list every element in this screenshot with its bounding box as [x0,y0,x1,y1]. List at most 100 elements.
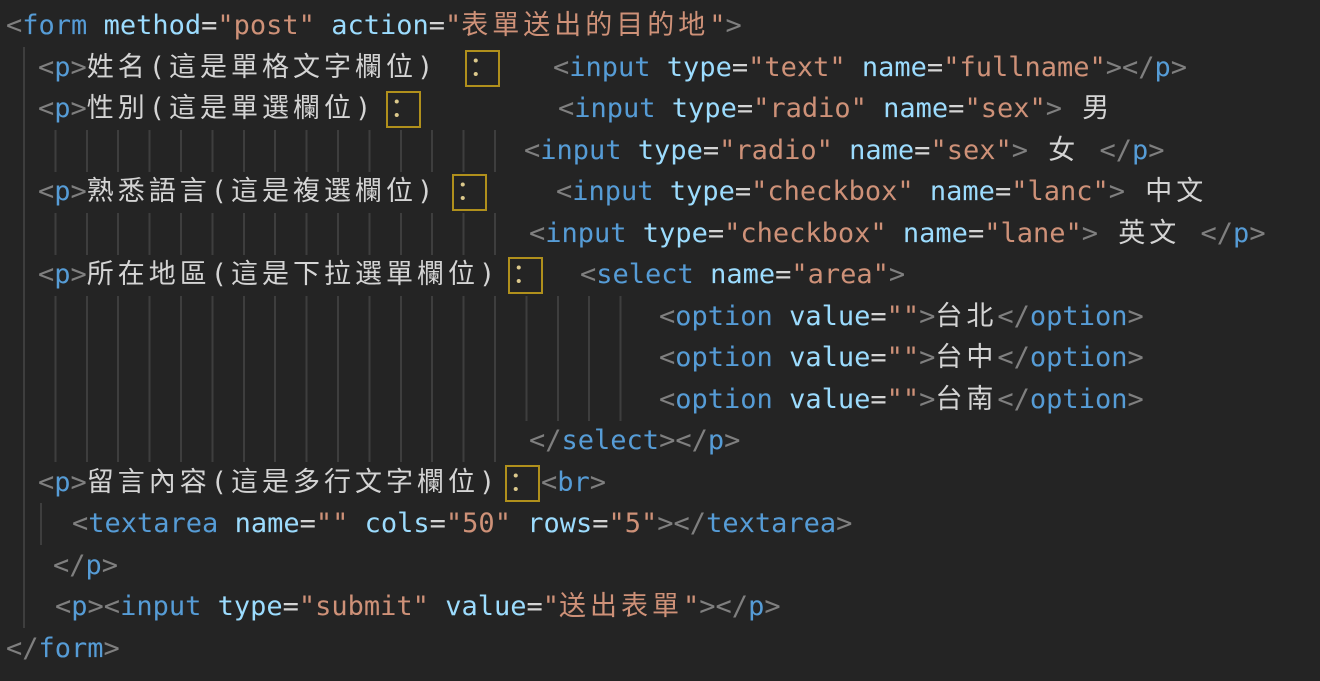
text-token [87,10,103,41]
equals-token: = [870,384,886,415]
code-line-9[interactable]: <option value="">台中</option> [0,337,1320,379]
equals-token: = [429,10,445,41]
tag-name-token: select [596,259,694,290]
code-line-2[interactable]: <p>姓名(這是單格文字欄位)：<input type="text" name=… [0,47,1320,89]
punctuation-token: > [919,384,935,415]
indent-guides [23,213,496,255]
punctuation-token: </ [529,425,562,456]
text-token: 台中 [935,342,997,373]
code-segment: <p>熟悉語言(這是複選欄位) [38,171,437,213]
code-line-4[interactable]: <input type="radio" name="sex"> 女 </p> [0,130,1320,172]
code-line-8[interactable]: <option value="">台北</option> [0,296,1320,338]
code-segment: <p>姓名(這是單格文字欄位) [38,47,437,89]
string-token: "submit" [299,591,429,622]
code-segment: ： [505,462,540,504]
attribute-name-token: name [833,135,914,166]
code-editor[interactable]: <form method="post" action="表單送出的目的地"><p… [0,0,1320,681]
attribute-name-token: value [429,591,527,622]
punctuation-token: < [38,467,54,498]
code-line-5[interactable]: <p>熟悉語言(這是複選欄位)：<input type="checkbox" n… [0,171,1320,213]
attribute-name-token: value [773,301,871,332]
tag-name-token: input [572,176,653,207]
text-token: 男 [1062,93,1113,124]
string-token: "text" [748,52,846,83]
code-line-10[interactable]: <option value="">台南</option> [0,379,1320,421]
attribute-name-token: type [654,176,735,207]
punctuation-token: </ [1100,135,1133,166]
punctuation-token: > [102,550,118,581]
code-line-15[interactable]: <p><input type="submit" value="送出表單"></p… [0,586,1320,628]
attribute-name-token: name [867,93,948,124]
code-line-11[interactable]: </select></p> [0,420,1320,462]
code-segment: <option value="">台中</option> [659,337,1144,379]
punctuation-token: < [553,52,569,83]
equals-token: = [526,591,542,622]
string-token: "lane" [984,218,1082,249]
punctuation-token: > [1012,135,1028,166]
string-token: " [445,10,461,41]
code-line-13[interactable]: <textarea name="" cols="50" rows="5"></t… [0,503,1320,545]
punctuation-token: > [919,342,935,373]
string-token: "" [887,384,920,415]
string-token: "" [316,508,349,539]
attribute-name-token: cols [348,508,429,539]
attribute-name-token: type [201,591,282,622]
tag-name-token: input [540,135,621,166]
tag-name-token: p [54,259,70,290]
text-token: 姓名(這是單格文字欄位) [87,52,438,83]
punctuation-token: > [1127,342,1143,373]
code-segment: <textarea name="" cols="50" rows="5"></t… [72,503,852,545]
code-segment: <input type="checkbox" name="lane"> 英文 <… [529,213,1266,255]
punctuation-token: </ [53,550,86,581]
code-line-12[interactable]: <p>留言內容(這是多行文字欄位)：<br> [0,462,1320,504]
code-segment: <input type="radio" name="sex"> 女 </p> [524,130,1165,172]
punctuation-token: < [580,259,596,290]
attribute-name-token: type [651,52,732,83]
equals-token: = [732,52,748,83]
punctuation-token: > [71,52,87,83]
tag-name-token: option [1030,342,1128,373]
punctuation-token: </ [997,342,1030,373]
punctuation-token: </ [1201,218,1234,249]
text-token: 台北 [935,301,997,332]
tag-name-token: p [1233,218,1249,249]
attribute-name-token: value [773,384,871,415]
tag-name-token: option [1030,384,1128,415]
code-line-3[interactable]: <p>性別(這是單選欄位)：<input type="radio" name="… [0,88,1320,130]
equals-token: = [870,342,886,373]
attribute-name-token: value [773,342,871,373]
string-token: "50" [446,508,511,539]
attribute-name-token: rows [511,508,592,539]
equals-token: = [430,508,446,539]
string-token: "fullname" [943,52,1106,83]
punctuation-token: > [1106,52,1122,83]
attribute-name-token: action [331,10,429,41]
text-token: 所在地區(這是下拉選單欄位) [87,259,500,290]
punctuation-token: > [919,301,935,332]
code-segment: <p>所在地區(這是下拉選單欄位) [38,254,499,296]
attribute-name-token: name [846,52,927,83]
punctuation-token: </ [716,591,749,622]
unicode-highlight-box: ： [465,50,500,87]
attribute-name-token: name [694,259,775,290]
punctuation-token: </ [997,301,1030,332]
attribute-name-token: name [914,176,995,207]
code-line-1[interactable]: <form method="post" action="表單送出的目的地"> [0,5,1320,47]
tag-name-token: p [54,176,70,207]
attribute-name-token: name [887,218,968,249]
unicode-highlight-box: ： [505,465,540,502]
code-line-6[interactable]: <input type="checkbox" name="lane"> 英文 <… [0,213,1320,255]
tag-name-token: form [39,633,104,664]
equals-token: = [927,52,943,83]
code-segment: <input type="radio" name="sex"> 男 [558,88,1113,130]
code-line-7[interactable]: <p>所在地區(這是下拉選單欄位)：<select name="area"> [0,254,1320,296]
equals-token: = [968,218,984,249]
punctuation-token: > [657,508,673,539]
tag-name-token: p [54,52,70,83]
punctuation-token: < [659,384,675,415]
punctuation-token: < [104,591,120,622]
code-line-16[interactable]: </form> [0,628,1320,670]
punctuation-token: > [1171,52,1187,83]
tag-name-token: form [22,10,87,41]
code-line-14[interactable]: </p> [0,545,1320,587]
